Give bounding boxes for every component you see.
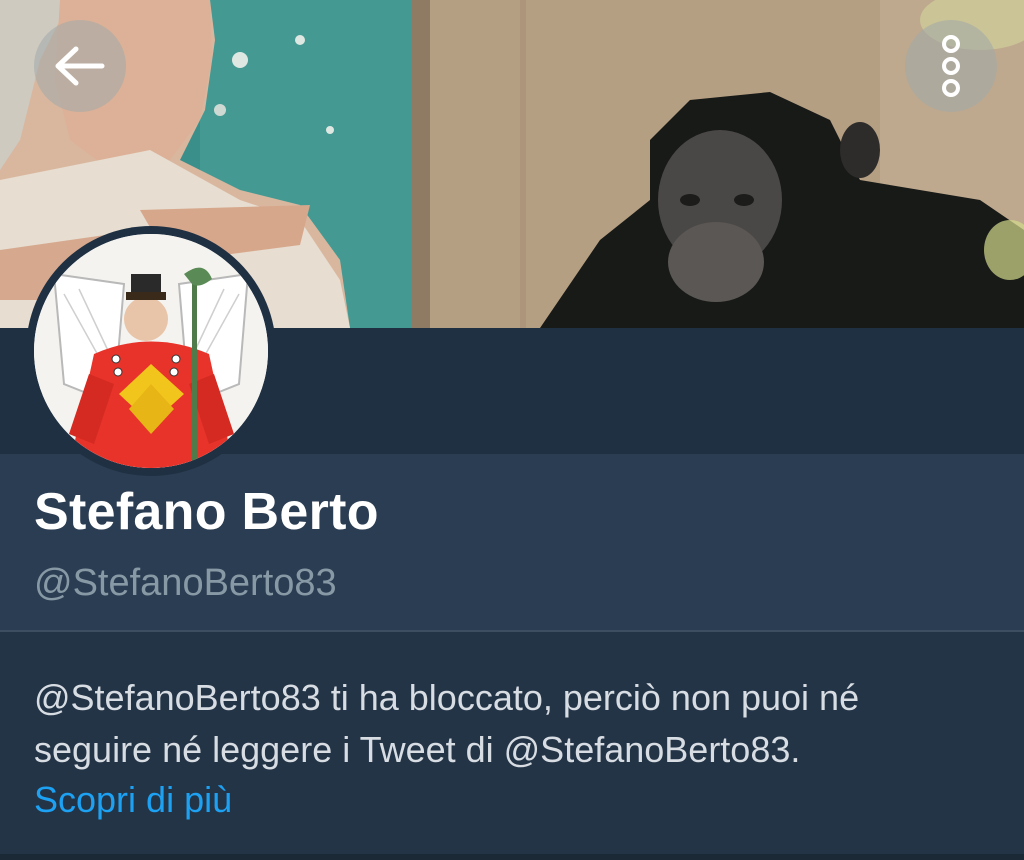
arrow-left-icon bbox=[55, 46, 105, 86]
avatar-image bbox=[34, 234, 268, 468]
blocked-message: @StefanoBerto83 ti ha bloccato, perciò n… bbox=[34, 677, 860, 770]
learn-more-link[interactable]: Scopri di più bbox=[34, 776, 232, 824]
bottom-edge bbox=[0, 854, 1024, 860]
profile-display-name: Stefano Berto bbox=[34, 483, 379, 541]
more-options-button[interactable] bbox=[905, 20, 997, 112]
profile-handle: @StefanoBerto83 bbox=[34, 562, 337, 604]
profile-screen: Stefano Berto @StefanoBerto83 @StefanoBe… bbox=[0, 0, 1024, 860]
profile-avatar[interactable] bbox=[26, 226, 276, 476]
vertical-dots-icon bbox=[942, 35, 960, 97]
back-button[interactable] bbox=[34, 20, 126, 112]
